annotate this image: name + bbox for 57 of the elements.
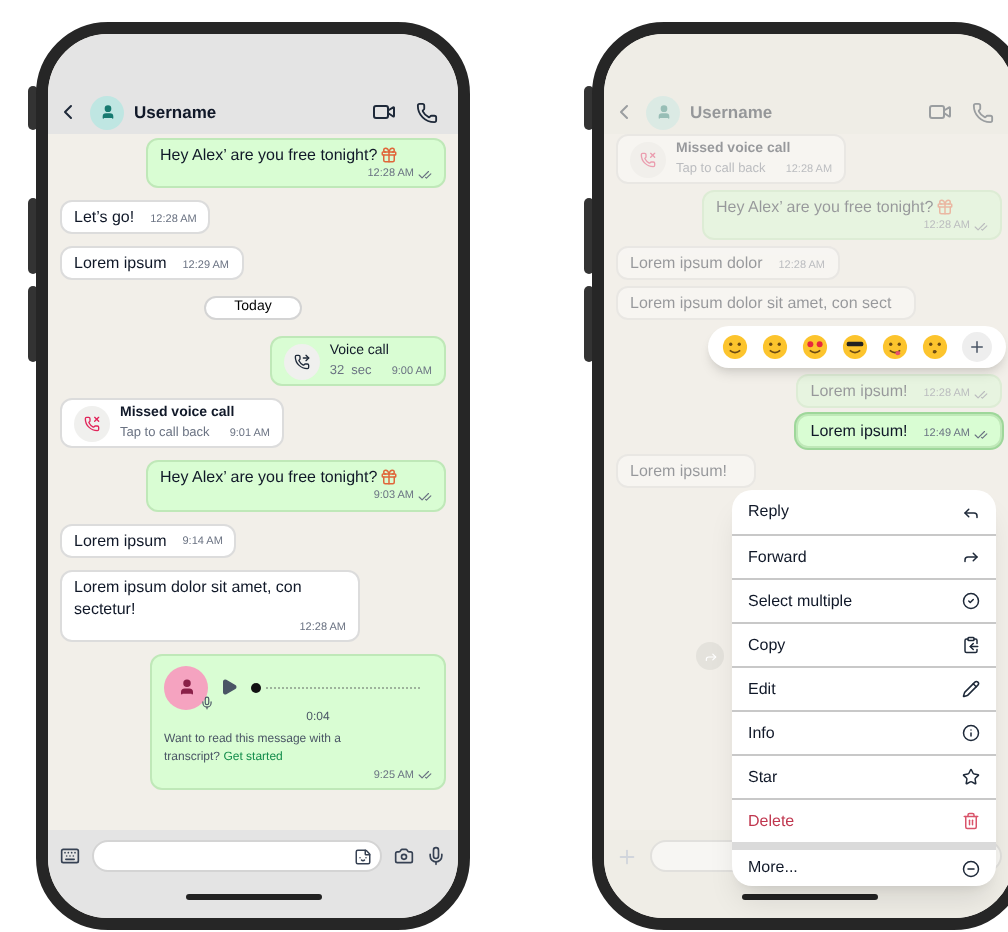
menu-item[interactable]: Star (732, 754, 996, 798)
message-text: Lorem ipsum dolor sit amet, con sectetur! (74, 575, 304, 619)
call-icon (283, 343, 320, 380)
menu-item[interactable]: More... (732, 842, 996, 886)
menu-item[interactable]: Info (732, 710, 996, 754)
voice-call-button[interactable] (416, 101, 438, 123)
add-reaction-button[interactable] (962, 332, 992, 363)
tongue-face-icon[interactable] (882, 334, 908, 361)
reply-icon (962, 503, 980, 521)
forward-icon (696, 642, 724, 670)
home-indicator (185, 894, 321, 900)
sunglasses-face-icon[interactable] (842, 334, 868, 361)
message-text: Hey Alex’ are you free tonight? (160, 144, 378, 166)
message-input-field[interactable] (92, 840, 382, 872)
keyboard-button[interactable] (60, 846, 80, 866)
heart-eyes-face-icon[interactable] (802, 334, 828, 361)
avatar-icon (646, 95, 680, 129)
missed-call-icon (630, 141, 666, 177)
play-button[interactable] (220, 678, 238, 697)
contact-name: Username (690, 99, 773, 125)
menu-item[interactable]: Copy (732, 622, 996, 666)
forward-icon (962, 548, 980, 566)
message-text: Lorem ipsum! (810, 380, 908, 403)
missed-call-icon (74, 405, 110, 442)
menu-item[interactable]: Reply (732, 490, 996, 534)
plus-icon (968, 338, 986, 357)
sticker-button[interactable] (354, 847, 372, 865)
message-text: Lorem ipsum (74, 529, 167, 551)
check-circle-icon (962, 592, 980, 610)
message-text: Let’s go! (74, 206, 135, 229)
star-icon (962, 768, 980, 786)
info-icon (962, 724, 980, 742)
menu-item[interactable]: Delete (732, 798, 996, 842)
camera-button[interactable] (394, 846, 414, 866)
menu-item[interactable]: Forward (732, 534, 996, 578)
avatar-icon (164, 665, 208, 710)
pencil-icon (962, 680, 980, 698)
clipboard-icon (962, 636, 980, 654)
message-text: Hey Alex’ are you free tonight? (716, 196, 934, 218)
minus-circle-icon (962, 859, 980, 877)
home-indicator (741, 894, 877, 900)
avatar-icon (90, 95, 124, 129)
menu-item[interactable]: Edit (732, 666, 996, 710)
message-text: Lorem ipsum! (810, 420, 908, 443)
contact-name: Username (134, 99, 217, 125)
menu-item[interactable]: Select multiple (732, 578, 996, 622)
message-text: Lorem ipsum dolor sit amet, con sect (630, 292, 892, 315)
mic-button[interactable] (426, 846, 446, 866)
message-text: Lorem ipsum (74, 252, 167, 275)
content-face-icon[interactable] (762, 334, 788, 361)
message-text: Hey Alex’ are you free tonight? (160, 466, 378, 489)
smiling-face-icon[interactable] (722, 334, 748, 361)
video-call-button[interactable] (372, 100, 396, 124)
message-text: Lorem ipsum dolor (630, 252, 763, 275)
kissing-face-icon[interactable] (922, 334, 948, 361)
trash-icon (962, 812, 980, 830)
message-text: Lorem ipsum! (630, 460, 727, 483)
